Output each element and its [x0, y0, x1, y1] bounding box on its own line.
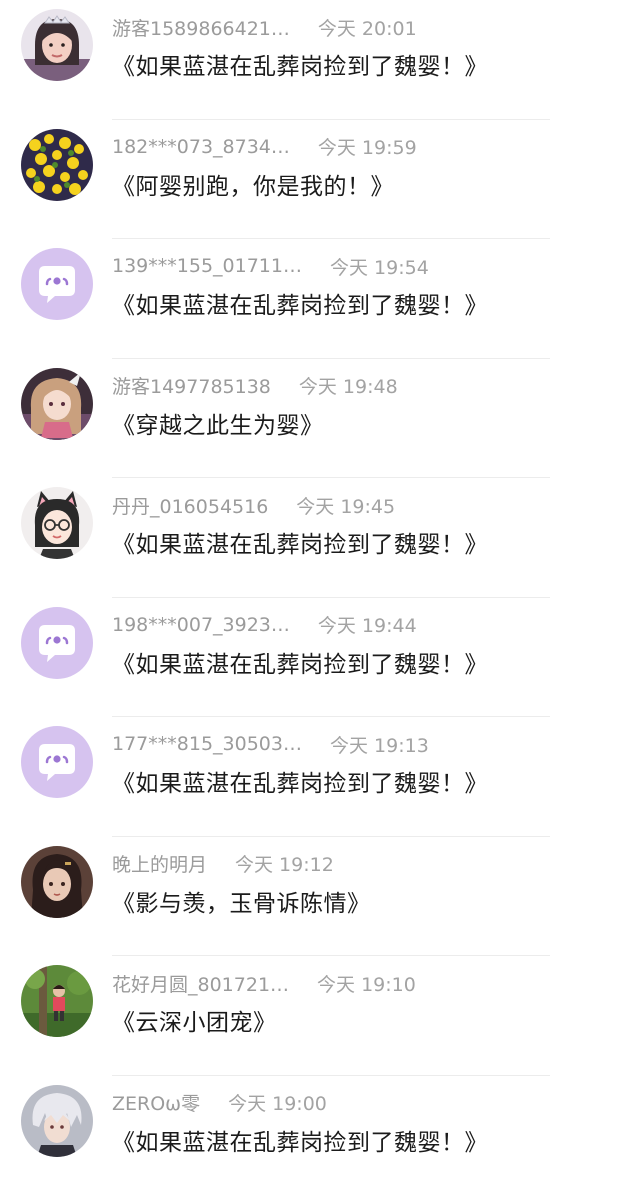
item-meta: 丹丹_016054516 今天 19:45 — [112, 491, 395, 519]
avatar[interactable] — [21, 368, 93, 440]
anime-girl-icon — [21, 368, 93, 440]
book-title[interactable]: 《如果蓝湛在乱葬岗捡到了魏婴！》 — [112, 1123, 488, 1157]
timestamp: 今天 19:48 — [299, 372, 398, 399]
item-meta: 177***815_30503… 今天 19:13 — [112, 730, 429, 758]
username[interactable]: 游客1589866421… — [112, 14, 290, 41]
item-meta: 花好月圆_801721… 今天 19:10 — [112, 969, 416, 997]
photo-flowers-icon — [21, 129, 93, 201]
book-title[interactable]: 《如果蓝湛在乱葬岗捡到了魏婴！》 — [112, 47, 488, 81]
timestamp: 今天 19:10 — [317, 970, 416, 997]
list-item[interactable]: 花好月圆_801721… 今天 19:10 《云深小团宠》 — [0, 956, 640, 1076]
default-chat-icon — [21, 607, 93, 679]
username[interactable]: 182***073_8734… — [112, 136, 290, 158]
item-meta: 198***007_3923… 今天 19:44 — [112, 611, 417, 639]
book-title[interactable]: 《云深小团宠》 — [112, 1003, 277, 1037]
username[interactable]: 198***007_3923… — [112, 614, 290, 636]
username[interactable]: 花好月圆_801721… — [112, 970, 289, 997]
book-title[interactable]: 《阿婴别跑，你是我的！》 — [112, 167, 394, 201]
default-chat-icon — [21, 726, 93, 798]
list-item[interactable]: ZEROω零 今天 19:00 《如果蓝湛在乱葬岗捡到了魏婴！》 — [0, 1076, 640, 1195]
book-title[interactable]: 《如果蓝湛在乱葬岗捡到了魏婴！》 — [112, 645, 488, 679]
comment-feed: 游客1589866421… 今天 20:01 《如果蓝湛在乱葬岗捡到了魏婴！》 — [0, 0, 640, 1185]
avatar[interactable] — [21, 726, 93, 798]
avatar[interactable] — [21, 487, 93, 559]
timestamp: 今天 20:01 — [318, 14, 417, 41]
photo-child-icon — [21, 965, 93, 1037]
avatar[interactable] — [21, 965, 93, 1037]
book-title[interactable]: 《如果蓝湛在乱葬岗捡到了魏婴！》 — [112, 525, 488, 559]
list-item[interactable]: 游客1589866421… 今天 20:01 《如果蓝湛在乱葬岗捡到了魏婴！》 — [0, 0, 640, 120]
item-meta: ZEROω零 今天 19:00 — [112, 1089, 327, 1117]
item-meta: 182***073_8734… 今天 19:59 — [112, 133, 417, 161]
timestamp: 今天 19:13 — [330, 731, 429, 758]
avatar[interactable] — [21, 9, 93, 81]
book-title[interactable]: 《如果蓝湛在乱葬岗捡到了魏婴！》 — [112, 286, 488, 320]
list-item[interactable]: 139***155_01711… 今天 19:54 《如果蓝湛在乱葬岗捡到了魏婴… — [0, 239, 640, 359]
username[interactable]: 139***155_01711… — [112, 255, 302, 277]
list-item[interactable]: 198***007_3923… 今天 19:44 《如果蓝湛在乱葬岗捡到了魏婴！… — [0, 598, 640, 718]
list-item[interactable]: 177***815_30503… 今天 19:13 《如果蓝湛在乱葬岗捡到了魏婴… — [0, 717, 640, 837]
avatar[interactable] — [21, 248, 93, 320]
anime-boy-icon — [21, 1085, 93, 1157]
item-meta: 游客1497785138 今天 19:48 — [112, 372, 398, 400]
cartoon-cat-girl-icon — [21, 487, 93, 559]
book-title[interactable]: 《穿越之此生为婴》 — [112, 406, 324, 440]
list-item[interactable]: 游客1497785138 今天 19:48 《穿越之此生为婴》 — [0, 359, 640, 479]
timestamp: 今天 19:45 — [296, 492, 395, 519]
photo-woman-icon — [21, 9, 93, 81]
item-meta: 晚上的明月 今天 19:12 — [112, 850, 334, 878]
username[interactable]: 丹丹_016054516 — [112, 492, 268, 519]
avatar[interactable] — [21, 607, 93, 679]
list-item[interactable]: 晚上的明月 今天 19:12 《影与羡，玉骨诉陈情》 — [0, 837, 640, 957]
default-chat-icon — [21, 248, 93, 320]
timestamp: 今天 19:12 — [235, 850, 334, 877]
timestamp: 今天 19:54 — [330, 253, 429, 280]
book-title[interactable]: 《影与羡，玉骨诉陈情》 — [112, 884, 371, 918]
avatar[interactable] — [21, 129, 93, 201]
avatar[interactable] — [21, 1085, 93, 1157]
list-item[interactable]: 182***073_8734… 今天 19:59 《阿婴别跑，你是我的！》 — [0, 120, 640, 240]
username[interactable]: 晚上的明月 — [112, 850, 207, 877]
item-meta: 游客1589866421… 今天 20:01 — [112, 13, 417, 41]
username[interactable]: 177***815_30503… — [112, 733, 302, 755]
item-meta: 139***155_01711… 今天 19:54 — [112, 252, 429, 280]
list-item[interactable]: 丹丹_016054516 今天 19:45 《如果蓝湛在乱葬岗捡到了魏婴！》 — [0, 478, 640, 598]
username[interactable]: ZEROω零 — [112, 1089, 200, 1116]
timestamp: 今天 19:00 — [228, 1089, 327, 1116]
username[interactable]: 游客1497785138 — [112, 372, 271, 399]
timestamp: 今天 19:59 — [318, 133, 417, 160]
avatar[interactable] — [21, 846, 93, 918]
timestamp: 今天 19:44 — [318, 611, 417, 638]
book-title[interactable]: 《如果蓝湛在乱葬岗捡到了魏婴！》 — [112, 764, 488, 798]
anime-lady-icon — [21, 846, 93, 918]
